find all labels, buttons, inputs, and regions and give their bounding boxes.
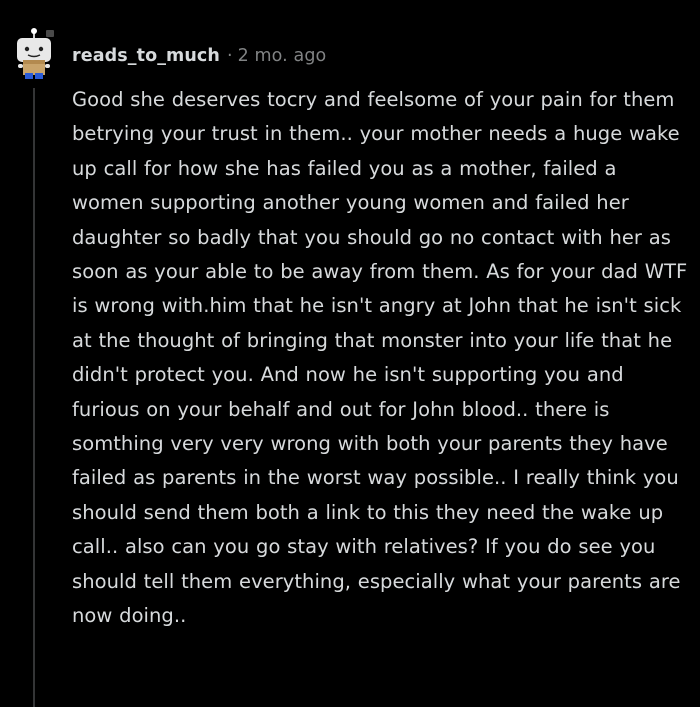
meta-separator: · [226,46,233,66]
user-avatar[interactable] [10,28,58,80]
comment: reads_to_much · 2 mo. ago Good she deser… [0,0,700,707]
comment-body: Good she deserves tocry and feelsome of … [72,88,688,628]
username-link[interactable]: reads_to_much [72,46,220,66]
comment-header: reads_to_much · 2 mo. ago [72,42,326,70]
snoo-avatar-icon [17,28,54,79]
thread-line[interactable] [33,88,35,707]
comment-timestamp[interactable]: 2 mo. ago [238,46,327,66]
